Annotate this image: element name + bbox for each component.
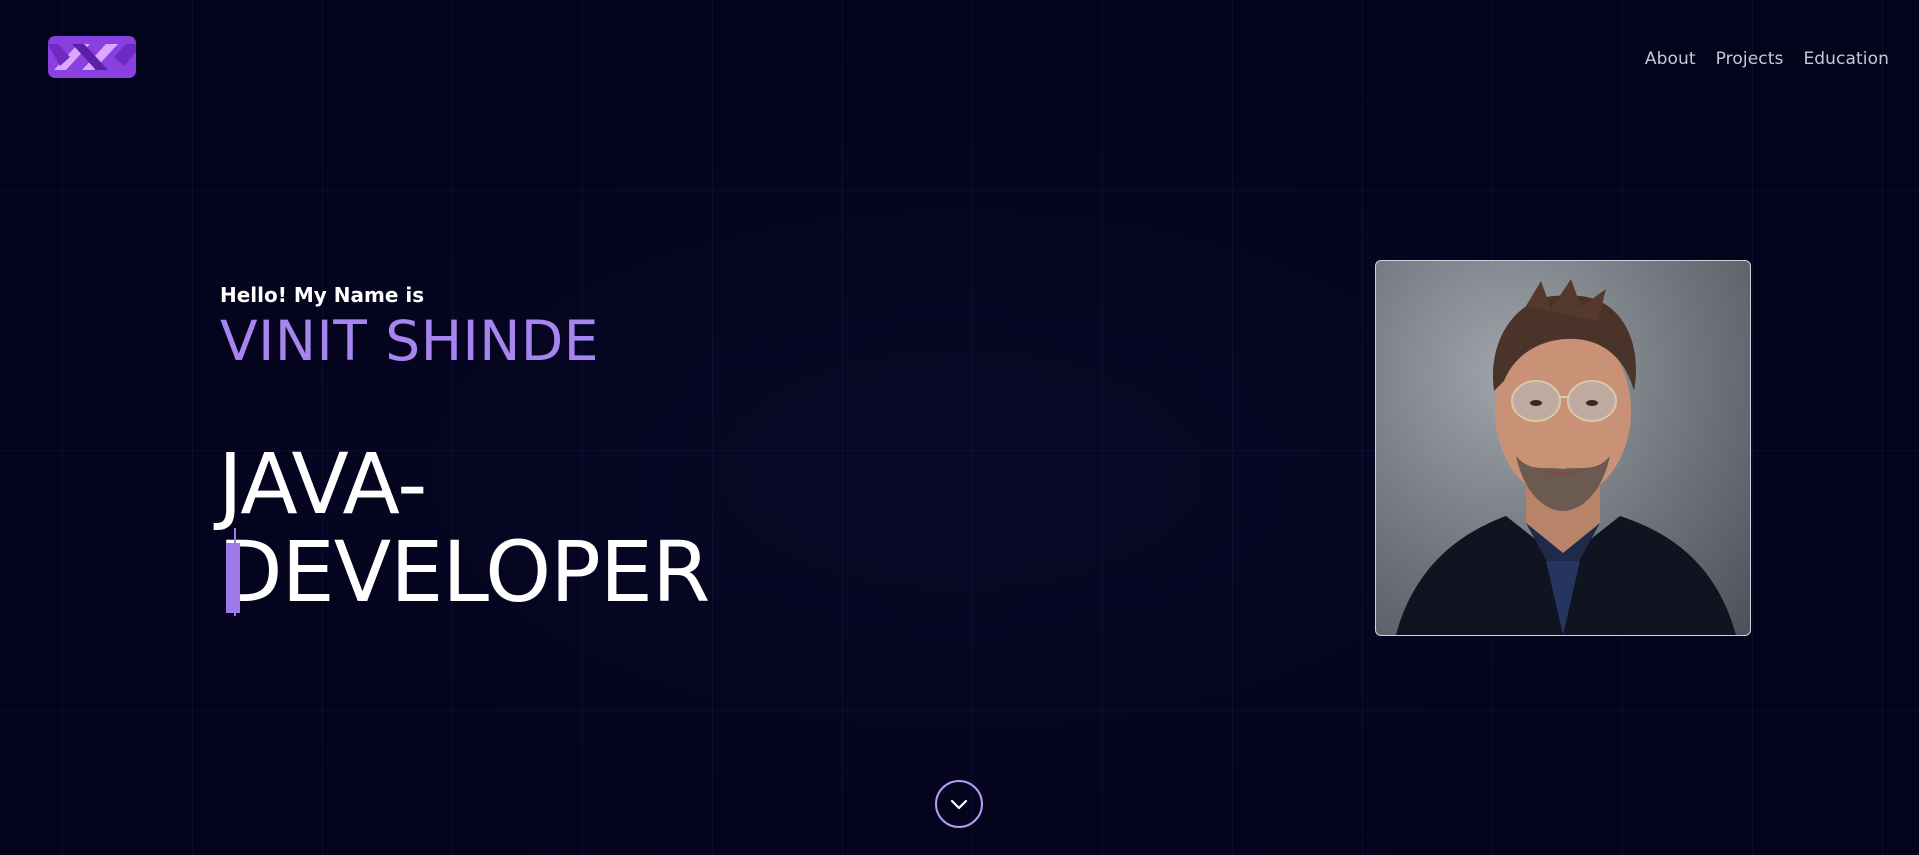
typing-cursor-line — [234, 528, 236, 616]
profile-photo — [1375, 260, 1751, 636]
role-line-1: JAVA- — [218, 435, 427, 533]
hero-intro: Hello! My Name is VINIT SHINDE — [220, 283, 599, 373]
profile-portrait — [1396, 279, 1736, 635]
chevron-down-icon — [950, 799, 968, 810]
logo[interactable] — [48, 36, 136, 78]
logo-icon — [48, 36, 136, 78]
nav-projects[interactable]: Projects — [1716, 49, 1784, 69]
main-nav: About Projects Education — [1645, 49, 1889, 69]
page: About Projects Education Hello! My Name … — [0, 0, 1919, 855]
nav-about[interactable]: About — [1645, 49, 1696, 69]
scroll-down-button[interactable] — [935, 780, 983, 828]
hero-name: VINIT SHINDE — [220, 309, 600, 373]
role-text: JAVA- DEVELOPER — [218, 440, 738, 616]
typing-cursor — [226, 543, 240, 613]
role-line-2: DEVELOPER — [218, 523, 710, 621]
greeting-text: Hello! My Name is — [220, 283, 425, 307]
nav-education[interactable]: Education — [1803, 49, 1889, 69]
